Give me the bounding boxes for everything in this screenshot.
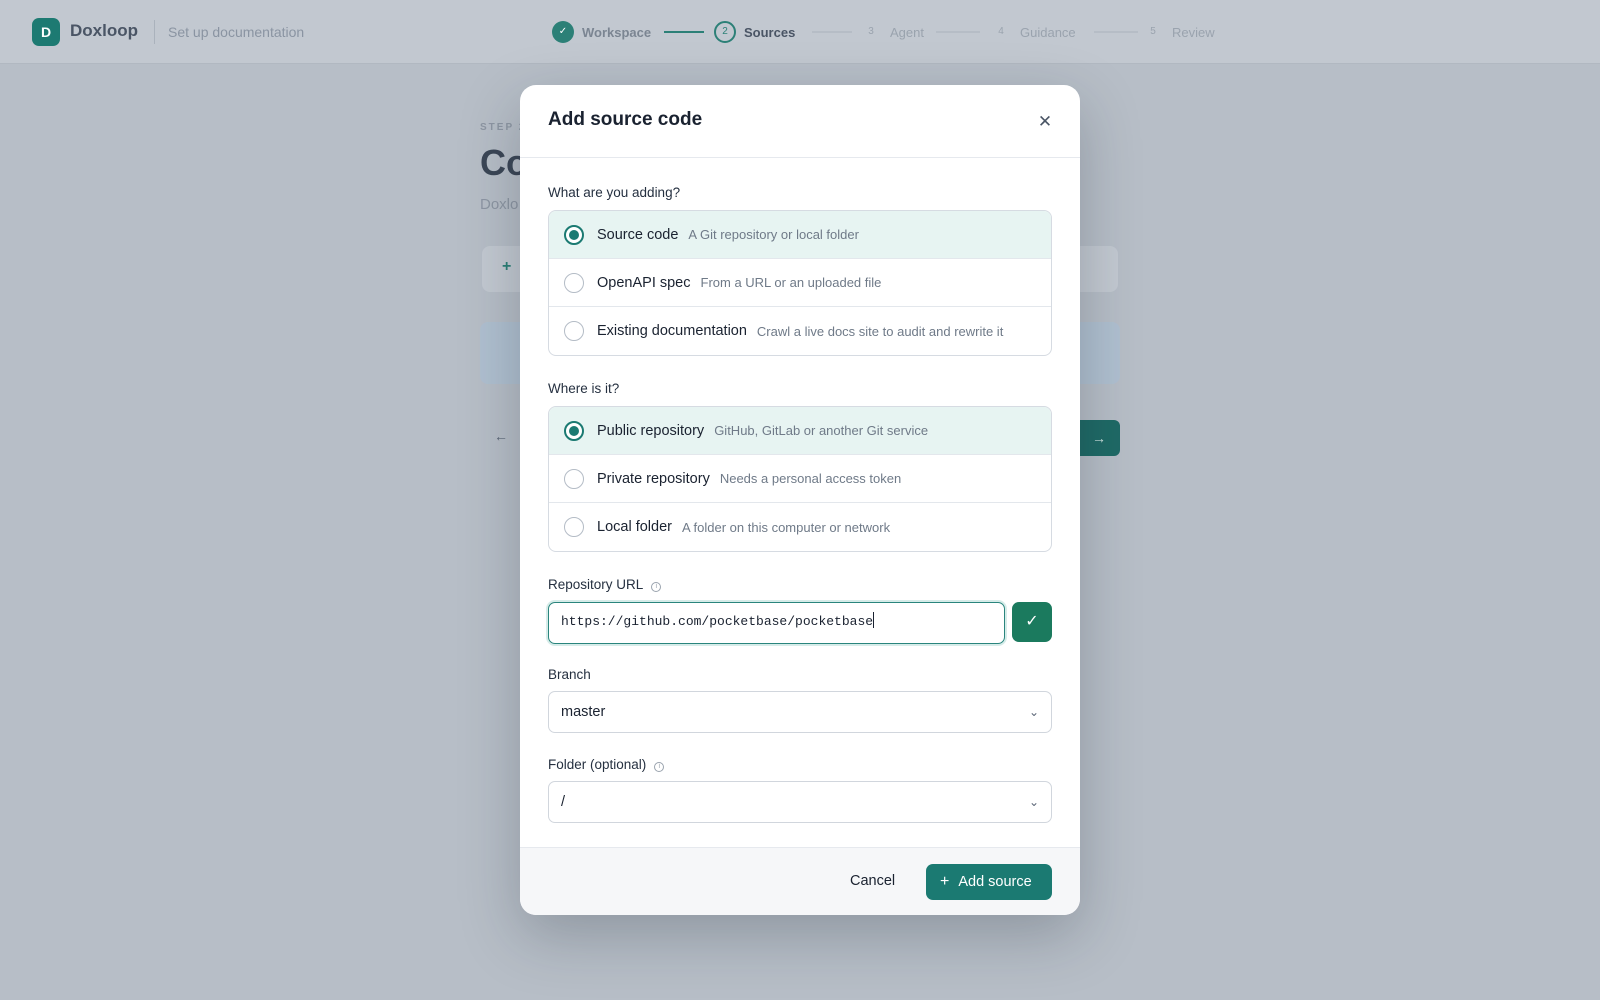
app-logo: D <box>32 18 60 46</box>
radio-unselected[interactable] <box>564 321 584 341</box>
option-source-code[interactable]: Source code A Git repository or local fo… <box>549 211 1051 259</box>
option-description: A Git repository or local folder <box>688 227 859 242</box>
plus-icon: + <box>940 873 950 890</box>
location-label: Where is it? <box>548 381 620 396</box>
option-title: Existing documentation <box>597 323 747 339</box>
step-label: Review <box>1172 24 1215 40</box>
option-description: Needs a personal access token <box>719 471 902 486</box>
option-private-repository[interactable]: Private repository Needs a personal acce… <box>549 455 1051 503</box>
option-title: Private repository <box>597 470 710 487</box>
radio-unselected[interactable] <box>564 468 584 489</box>
stepper-step-agent[interactable]: 3 Agent <box>860 20 924 44</box>
stepper-connector <box>812 31 852 33</box>
info-icon[interactable]: i <box>651 582 662 592</box>
step-label: Guidance <box>1020 24 1076 40</box>
background-page-description: Doxlo <box>480 196 519 213</box>
option-local-folder[interactable]: Local folder A folder on this computer o… <box>549 503 1051 551</box>
radio-selected[interactable] <box>564 420 584 441</box>
page-subtitle: Set up documentation <box>168 24 305 40</box>
option-description: From a URL or an uploaded file <box>700 275 882 290</box>
option-description: Crawl a live docs site to audit and rewr… <box>756 323 1004 339</box>
step-label: Workspace <box>582 24 652 40</box>
folder-value: / <box>561 794 566 810</box>
branch-select[interactable]: master ⌄ <box>548 691 1052 733</box>
option-description: A folder on this computer or network <box>681 519 891 535</box>
folder-label-text: Folder (optional) <box>548 757 647 772</box>
option-public-repository[interactable]: Public repository GitHub, GitLab or anot… <box>549 407 1051 455</box>
background-plus-icon: + <box>502 258 512 275</box>
chevron-down-icon: ⌄ <box>1028 705 1039 719</box>
stepper-connector <box>1094 31 1138 33</box>
top-bar: D Doxloop Set up documentation ✓ Workspa… <box>0 0 1600 64</box>
repository-url-label: Repository URL i <box>548 577 662 592</box>
add-source-button[interactable]: + Add source <box>926 864 1052 900</box>
repository-url-label-text: Repository URL <box>548 577 644 592</box>
option-title: OpenAPI spec <box>597 274 691 291</box>
background-back-arrow-icon: ← <box>494 428 508 444</box>
step-number: 5 <box>1150 26 1156 37</box>
option-title: Public repository <box>597 422 705 439</box>
chevron-down-icon: ⌄ <box>1028 795 1039 809</box>
step-label: Agent <box>890 24 924 40</box>
step-check-icon: ✓ <box>552 21 574 43</box>
folder-select[interactable]: / ⌄ <box>548 781 1052 823</box>
branch-label: Branch <box>548 667 591 682</box>
location-radio-group: Public repository GitHub, GitLab or anot… <box>548 406 1052 552</box>
step-number: 2 <box>714 21 736 43</box>
stepper-step-sources[interactable]: 2 Sources <box>714 20 795 44</box>
folder-label: Folder (optional) i <box>548 757 665 772</box>
close-icon[interactable]: ✕ <box>1032 109 1058 135</box>
step-label: Sources <box>744 24 796 40</box>
stepper-step-workspace[interactable]: ✓ Workspace <box>552 20 651 44</box>
source-type-label: What are you adding? <box>548 185 681 200</box>
option-description: GitHub, GitLab or another Git service <box>714 423 929 438</box>
validate-url-button[interactable]: ✓ <box>1012 602 1052 642</box>
step-number: 3 <box>868 26 874 37</box>
add-source-dialog: Add source code ✕ What are you adding? S… <box>520 85 1080 915</box>
dialog-footer: Cancel + Add source <box>520 847 1080 915</box>
option-openapi-spec[interactable]: OpenAPI spec From a URL or an uploaded f… <box>549 259 1051 307</box>
repository-url-input[interactable]: https://github.com/pocketbase/pocketbase <box>548 602 1005 644</box>
dialog-header: Add source code ✕ <box>520 85 1080 158</box>
stepper-connector <box>664 31 704 33</box>
brand-name: Doxloop <box>70 21 138 40</box>
repository-url-value: https://github.com/pocketbase/pocketbase <box>561 614 874 629</box>
stepper-step-review[interactable]: 5 Review <box>1142 20 1215 44</box>
radio-unselected[interactable] <box>564 517 584 537</box>
option-existing-documentation[interactable]: Existing documentation Crawl a live docs… <box>549 307 1051 355</box>
radio-unselected[interactable] <box>564 272 584 293</box>
brand-divider <box>154 20 155 44</box>
add-source-label: Add source <box>958 874 1032 890</box>
step-number: 4 <box>998 26 1004 37</box>
text-caret <box>873 612 875 628</box>
cancel-button[interactable]: Cancel <box>850 873 895 889</box>
stepper-step-guidance[interactable]: 4 Guidance <box>990 20 1076 44</box>
stepper-connector <box>936 31 980 33</box>
info-icon[interactable]: i <box>654 762 665 772</box>
check-icon: ✓ <box>1025 613 1039 630</box>
source-type-radio-group: Source code A Git repository or local fo… <box>548 210 1052 356</box>
dialog-title: Add source code <box>548 109 703 130</box>
option-title: Source code <box>597 226 679 243</box>
branch-value: master <box>561 704 606 720</box>
radio-selected[interactable] <box>564 224 584 245</box>
option-title: Local folder <box>597 519 672 535</box>
